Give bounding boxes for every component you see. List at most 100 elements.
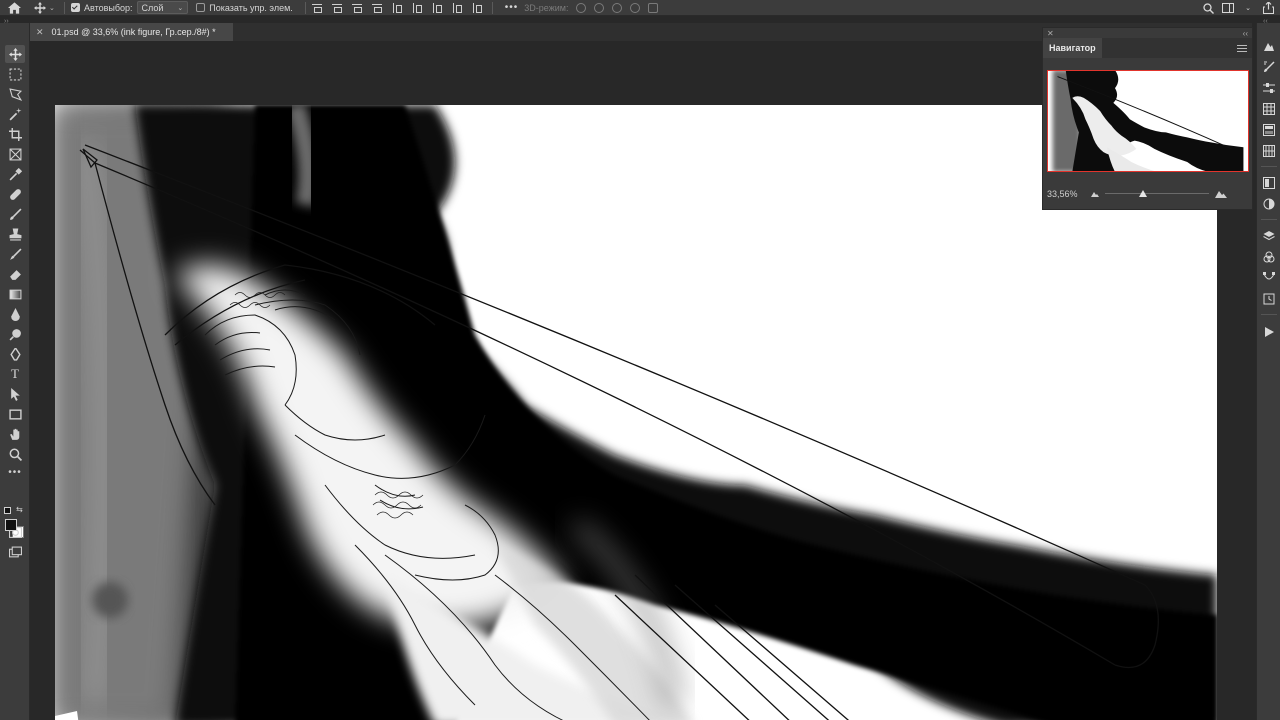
chevron-down-icon: ⌄	[177, 4, 184, 12]
frame-tool[interactable]	[5, 145, 25, 163]
screen-mode-button[interactable]	[5, 543, 25, 561]
patterns-icon	[1263, 145, 1275, 157]
auto-select-checkbox[interactable]	[71, 3, 80, 12]
hand-tool[interactable]	[5, 425, 25, 443]
camera-3d-icon[interactable]	[648, 2, 659, 13]
collapse-panel-icon[interactable]: ‹‹	[1243, 29, 1248, 38]
history-brush-tool[interactable]	[5, 245, 25, 263]
arrow-pointer-icon	[10, 387, 20, 401]
search-icon	[1202, 2, 1214, 14]
search-button[interactable]	[1202, 2, 1214, 14]
tool-preset-picker[interactable]: ⌄	[28, 0, 58, 16]
align-buttons	[311, 2, 482, 13]
orbit-3d-icon[interactable]	[576, 2, 587, 13]
navigator-zoom-value[interactable]: 33,56%	[1047, 189, 1085, 199]
distribute-spacing-icon[interactable]	[472, 2, 482, 13]
screen-mode-icon	[8, 546, 22, 557]
paths-button[interactable]	[1262, 271, 1276, 285]
layers-button[interactable]	[1262, 229, 1276, 243]
auto-select-label: Автовыбор:	[84, 2, 133, 13]
zoom-icon	[9, 448, 22, 461]
zoom-slider-knob[interactable]	[1139, 190, 1148, 197]
actions-button[interactable]	[1262, 325, 1276, 339]
panel-menu-icon[interactable]	[1237, 44, 1247, 52]
crop-icon	[8, 127, 22, 141]
gradient-tool[interactable]	[5, 285, 25, 303]
stamp-icon	[9, 228, 21, 240]
bandage-icon	[9, 188, 21, 200]
paths-icon	[1263, 272, 1275, 280]
distribute-horizontal-icon[interactable]	[452, 2, 462, 13]
roll-3d-icon[interactable]	[594, 2, 605, 13]
slide-3d-icon[interactable]	[630, 2, 641, 13]
patterns-button[interactable]	[1262, 144, 1276, 158]
pan-3d-icon[interactable]	[612, 2, 623, 13]
move-tool[interactable]	[5, 45, 25, 63]
align-bottom-icon[interactable]	[351, 3, 362, 13]
share-button[interactable]	[1262, 2, 1274, 14]
align-right-icon[interactable]	[412, 2, 422, 13]
pen-icon	[9, 347, 21, 361]
expand-panels-icon[interactable]: ‹‹	[1263, 18, 1268, 25]
libraries-button[interactable]	[1262, 197, 1276, 211]
adjustments-button[interactable]	[1262, 176, 1276, 190]
default-colors-icon[interactable]	[4, 507, 11, 514]
collapse-toolbar-icon[interactable]: ››	[4, 18, 9, 25]
dodge-icon	[9, 328, 21, 340]
eraser-tool[interactable]	[5, 265, 25, 283]
clone-stamp-tool[interactable]	[5, 225, 25, 243]
foreground-color-swatch[interactable]	[5, 519, 17, 531]
close-tab-icon[interactable]: ✕	[36, 27, 44, 38]
blur-tool[interactable]	[5, 305, 25, 323]
home-button[interactable]	[0, 0, 28, 16]
show-transform-checkbox[interactable]	[196, 3, 206, 12]
hand-icon	[9, 428, 19, 440]
workspace-button[interactable]	[1222, 2, 1234, 14]
distribute-icon[interactable]	[432, 2, 442, 13]
healing-brush-tool[interactable]	[5, 185, 25, 203]
path-selection-tool[interactable]	[5, 385, 25, 403]
right-panel-dock: ‹‹	[1256, 18, 1280, 720]
magic-wand-tool[interactable]	[5, 105, 25, 123]
lasso-tool[interactable]	[5, 85, 25, 103]
chevron-down-icon: ⌄	[49, 4, 55, 12]
align-vertical-center-icon[interactable]	[331, 3, 342, 13]
more-options-button[interactable]: •••	[505, 2, 519, 13]
properties-button[interactable]	[1262, 81, 1276, 95]
dodge-tool[interactable]	[5, 325, 25, 343]
align-top-icon[interactable]	[311, 3, 322, 13]
zoom-tool[interactable]	[5, 445, 25, 463]
type-tool[interactable]: T	[5, 365, 25, 383]
swatches-button[interactable]	[1262, 102, 1276, 116]
zoom-in-icon[interactable]	[1215, 190, 1227, 198]
brush-settings-button[interactable]	[1262, 60, 1276, 74]
align-left-icon[interactable]	[371, 3, 382, 13]
workspace-menu-button[interactable]: ⌄	[1242, 2, 1254, 14]
grid-icon	[1263, 103, 1275, 115]
crop-tool[interactable]	[5, 125, 25, 143]
brush-tool[interactable]	[5, 205, 25, 223]
eyedropper-tool[interactable]	[5, 165, 25, 183]
auto-select-dropdown[interactable]: Слой ⌄	[136, 1, 189, 14]
navigator-panel-button[interactable]	[1262, 39, 1276, 53]
channels-button[interactable]	[1262, 250, 1276, 264]
swap-colors-icon[interactable]: ⇆	[16, 505, 23, 514]
gradients-button[interactable]	[1262, 123, 1276, 137]
marquee-tool[interactable]	[5, 65, 25, 83]
navigator-view-box[interactable]	[1047, 70, 1249, 172]
navigator-zoom-slider[interactable]	[1105, 189, 1209, 199]
pen-tool[interactable]	[5, 345, 25, 363]
document-tab[interactable]: ✕ 01.psd @ 33,6% (ink figure, Гр.сер./8#…	[30, 23, 233, 41]
tools-panel: ›› T ••• ⇆	[0, 18, 30, 720]
shape-tool[interactable]	[5, 405, 25, 423]
more-tools-icon: •••	[8, 466, 22, 478]
edit-toolbar-button[interactable]: •••	[5, 463, 25, 481]
lasso-icon	[8, 87, 22, 101]
channels-icon	[1263, 251, 1275, 263]
history-button[interactable]	[1262, 292, 1276, 306]
align-horizontal-center-icon[interactable]	[392, 2, 402, 13]
navigator-icon	[1264, 43, 1274, 51]
navigator-tab[interactable]: Навигатор	[1043, 38, 1102, 58]
zoom-out-icon[interactable]	[1091, 191, 1099, 197]
close-panel-icon[interactable]: ✕	[1047, 29, 1054, 38]
